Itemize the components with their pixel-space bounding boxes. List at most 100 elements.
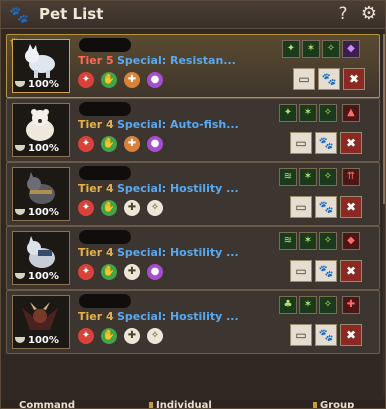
tab-group[interactable]: Group bbox=[313, 400, 354, 408]
release-button[interactable]: ✖ bbox=[340, 132, 362, 154]
pet-tier: Tier 4 bbox=[78, 118, 114, 131]
skill-icon: ✋ bbox=[101, 200, 117, 216]
pet-special: Special: Resistan... bbox=[117, 54, 236, 67]
help-button[interactable]: ? bbox=[335, 3, 351, 25]
skill-icon: ✦ bbox=[78, 264, 94, 280]
pet-special: Special: Auto-fish... bbox=[117, 118, 239, 131]
pet-portrait: 100% bbox=[12, 39, 70, 93]
release-button[interactable]: ✖ bbox=[343, 68, 365, 90]
skill-icon: ✚ bbox=[124, 72, 140, 88]
pet-card[interactable]: 100% Tier 4 Special: Hostility ... ✦ ✋ ✚… bbox=[6, 226, 380, 290]
passive-skill-icon: ≋ bbox=[279, 168, 297, 186]
passive-skill-icon: ⇈ bbox=[342, 168, 360, 186]
wolf-portrait-icon bbox=[25, 44, 55, 78]
skill-icon: ✦ bbox=[78, 72, 94, 88]
passive-skill-icon: ♣ bbox=[279, 296, 297, 314]
pet-tier: Tier 4 bbox=[78, 182, 114, 195]
pet-special: Special: Hostility ... bbox=[117, 246, 239, 259]
tab-individual[interactable]: Individual bbox=[149, 400, 212, 408]
demon-portrait-icon bbox=[22, 302, 58, 330]
pet-card[interactable]: 100% Tier 4 Special: Hostility ... ✦ ✋ ✚… bbox=[6, 290, 380, 354]
pet-name-redacted bbox=[79, 294, 131, 308]
paw-button[interactable]: 🐾 bbox=[315, 132, 337, 154]
skill-icon: ✧ bbox=[147, 328, 163, 344]
passive-skill-icon: ▲ bbox=[342, 104, 360, 122]
passive-skill-icon: ✧ bbox=[319, 296, 337, 314]
pet-portrait: 100% bbox=[12, 167, 70, 221]
pet-portrait: 100% bbox=[12, 231, 70, 285]
pet-special: Special: Hostility ... bbox=[117, 182, 239, 195]
skill-icon: ● bbox=[147, 72, 163, 88]
passive-skill-icon: ◆ bbox=[342, 232, 360, 250]
tab-marker-icon bbox=[313, 402, 317, 408]
dark-wolf-portrait-icon bbox=[27, 172, 55, 204]
skill-icon: ● bbox=[147, 136, 163, 152]
pet-card[interactable]: 100% Tier 4 Special: Hostility ... ✦ ✋ ✚… bbox=[6, 162, 380, 226]
skill-icon: ✋ bbox=[101, 136, 117, 152]
skill-icon: ✦ bbox=[78, 136, 94, 152]
passive-skill-icon: ✧ bbox=[319, 232, 337, 250]
polar-bear-portrait-icon bbox=[26, 109, 54, 141]
tab-command[interactable]: Command bbox=[19, 400, 75, 408]
pet-portrait: 100% bbox=[12, 295, 70, 349]
passive-skill-icon: ✶ bbox=[302, 40, 320, 58]
feed-button[interactable]: ▭ bbox=[290, 196, 312, 218]
pet-tier: Tier 5 bbox=[78, 54, 114, 67]
hunger-indicator: 100% bbox=[15, 142, 67, 155]
skill-icon: ✦ bbox=[78, 328, 94, 344]
skill-icon: ✚ bbox=[124, 200, 140, 216]
passive-skill-icon: ✧ bbox=[319, 168, 337, 186]
pet-name-redacted bbox=[79, 38, 131, 52]
paw-button[interactable]: 🐾 bbox=[315, 324, 337, 346]
hunger-indicator: 100% bbox=[15, 270, 67, 283]
skill-icon: ✋ bbox=[101, 72, 117, 88]
hunger-indicator: 100% bbox=[15, 334, 67, 347]
release-button[interactable]: ✖ bbox=[340, 324, 362, 346]
skill-icon: ✦ bbox=[78, 200, 94, 216]
tab-marker-icon bbox=[149, 402, 153, 408]
passive-skill-icon: ✶ bbox=[299, 296, 317, 314]
hunger-indicator: 100% bbox=[15, 78, 67, 91]
passive-skill-icon: ✶ bbox=[299, 168, 317, 186]
paw-button[interactable]: 🐾 bbox=[318, 68, 340, 90]
feed-button[interactable]: ▭ bbox=[290, 132, 312, 154]
skill-icon: ● bbox=[147, 264, 163, 280]
passive-skill-icon: ✶ bbox=[299, 104, 317, 122]
skill-icon: ✋ bbox=[101, 264, 117, 280]
pet-tier: Tier 4 bbox=[78, 246, 114, 259]
passive-skill-icon: ≋ bbox=[279, 232, 297, 250]
pet-list: ♛ 100% Tier 5 Special: Resistan... ✦ ✋ ✚… bbox=[6, 34, 382, 404]
skill-icon: ✚ bbox=[124, 264, 140, 280]
skill-icon: ✧ bbox=[147, 200, 163, 216]
pet-tier: Tier 4 bbox=[78, 310, 114, 323]
title-bar[interactable]: 🐾 Pet List ? ⚙ bbox=[1, 1, 385, 29]
passive-skill-icon: ◆ bbox=[342, 40, 360, 58]
skill-icon: ✚ bbox=[124, 136, 140, 152]
pet-list-window: 🐾 Pet List ? ⚙ ♛ 100% Tier 5 Special: bbox=[0, 0, 386, 409]
pet-name-redacted bbox=[79, 102, 131, 116]
feed-button[interactable]: ▭ bbox=[290, 324, 312, 346]
passive-skill-icon: ✶ bbox=[299, 232, 317, 250]
gear-icon[interactable]: ⚙ bbox=[359, 4, 379, 24]
pet-special: Special: Hostility ... bbox=[117, 310, 239, 323]
passive-skill-icon: ✦ bbox=[279, 104, 297, 122]
release-button[interactable]: ✖ bbox=[340, 260, 362, 282]
passive-skill-icon: ✧ bbox=[319, 104, 337, 122]
passive-skill-icon: ✦ bbox=[282, 40, 300, 58]
paw-button[interactable]: 🐾 bbox=[315, 196, 337, 218]
window-title: Pet List bbox=[39, 5, 104, 23]
pet-card[interactable]: ♛ 100% Tier 5 Special: Resistan... ✦ ✋ ✚… bbox=[6, 34, 380, 98]
armored-wolf-portrait-icon bbox=[27, 236, 55, 268]
pet-name-redacted bbox=[79, 230, 131, 244]
hunger-indicator: 100% bbox=[15, 206, 67, 219]
feed-button[interactable]: ▭ bbox=[290, 260, 312, 282]
feed-button[interactable]: ▭ bbox=[293, 68, 315, 90]
bottom-tab-bar: Command Individual Group bbox=[1, 400, 385, 408]
pet-card[interactable]: 100% Tier 4 Special: Auto-fish... ✦ ✋ ✚ … bbox=[6, 98, 380, 162]
skill-icon: ✚ bbox=[124, 328, 140, 344]
pet-name-redacted bbox=[79, 166, 131, 180]
release-button[interactable]: ✖ bbox=[340, 196, 362, 218]
passive-skill-icon: ✚ bbox=[342, 296, 360, 314]
pet-portrait: 100% bbox=[12, 103, 70, 157]
paw-button[interactable]: 🐾 bbox=[315, 260, 337, 282]
